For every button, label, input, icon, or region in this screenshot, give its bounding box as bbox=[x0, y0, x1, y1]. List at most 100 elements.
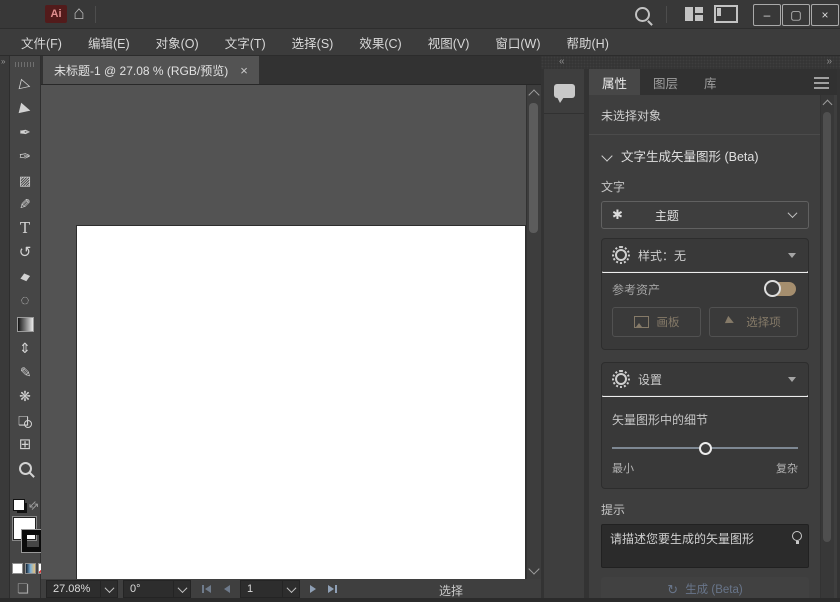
artboard-number-field[interactable]: 1 bbox=[240, 580, 300, 598]
scroll-down-icon[interactable] bbox=[528, 563, 540, 575]
document-tab[interactable]: 未标题-1 @ 27.08 % (RGB/预览) × bbox=[43, 56, 259, 84]
scroll-up-icon[interactable] bbox=[528, 89, 540, 101]
close-icon: × bbox=[821, 8, 829, 22]
next-artboard-button[interactable] bbox=[303, 580, 322, 598]
titlebar-divider bbox=[666, 6, 667, 23]
shape-builder-tool[interactable] bbox=[10, 408, 40, 432]
triangle-down-icon bbox=[788, 252, 796, 258]
type-tool[interactable] bbox=[10, 216, 40, 240]
artboard-reference-button[interactable]: 画板 bbox=[612, 307, 701, 337]
vertical-scrollbar[interactable] bbox=[526, 85, 541, 579]
settings-section: 设置 矢量图形中的细节 最小 复杂 bbox=[601, 362, 809, 489]
prompt-label: 提示 bbox=[601, 503, 626, 517]
rotation-dropdown-button[interactable] bbox=[173, 581, 190, 597]
artboard[interactable] bbox=[77, 226, 525, 579]
selection-tool[interactable] bbox=[10, 72, 40, 96]
triangle-left-icon bbox=[205, 585, 211, 593]
chevron-down-icon bbox=[104, 582, 114, 593]
triangle-right-icon bbox=[309, 585, 316, 593]
menu-item[interactable]: 文件(F) bbox=[8, 29, 75, 56]
lightbulb-icon[interactable] bbox=[792, 531, 802, 544]
menu-item[interactable]: 效果(C) bbox=[346, 29, 414, 56]
text-to-vector-section-header[interactable]: 文字生成矢量图形 (Beta) bbox=[601, 146, 809, 165]
menu-item[interactable]: 对象(O) bbox=[143, 29, 212, 56]
previous-artboard-button[interactable] bbox=[217, 580, 236, 598]
subject-icon: ✱ bbox=[612, 207, 623, 222]
zoom-dropdown-button[interactable] bbox=[100, 581, 117, 597]
zoom-tool[interactable] bbox=[10, 456, 40, 480]
app-logo-icon: Ai bbox=[45, 5, 67, 23]
arrange-documents-button[interactable] bbox=[714, 4, 738, 24]
width-tool[interactable] bbox=[10, 336, 40, 360]
tab-libraries[interactable]: 库 bbox=[691, 69, 730, 95]
home-icon[interactable]: ⌂ bbox=[66, 1, 92, 27]
search-icon bbox=[634, 6, 650, 22]
gradient-tool[interactable] bbox=[10, 312, 40, 336]
default-fill-stroke-icon[interactable] bbox=[13, 499, 25, 511]
settings-header-row[interactable]: 设置 bbox=[602, 363, 808, 395]
rotation-field[interactable]: 0° bbox=[123, 580, 191, 598]
pen-tool[interactable] bbox=[10, 120, 40, 144]
artboard-dropdown-button[interactable] bbox=[282, 581, 299, 597]
panel-tabs: 属性 图层库 bbox=[589, 69, 837, 95]
tab-properties[interactable]: 属性 bbox=[589, 69, 641, 95]
menu-item[interactable]: 选择(S) bbox=[279, 29, 347, 56]
left-dock-edge[interactable]: » bbox=[0, 56, 10, 602]
panel-menu-icon[interactable] bbox=[814, 77, 829, 89]
expand-panels-icon[interactable]: » bbox=[826, 56, 832, 67]
collapse-panels-icon[interactable]: « bbox=[559, 56, 565, 67]
menu-item[interactable]: 文字(T) bbox=[212, 29, 279, 56]
close-button[interactable]: × bbox=[811, 4, 839, 26]
lasso-tool[interactable] bbox=[10, 288, 40, 312]
last-artboard-button[interactable] bbox=[323, 580, 342, 598]
menu-item[interactable]: 帮助(H) bbox=[554, 29, 622, 56]
scrollbar-thumb[interactable] bbox=[529, 103, 538, 233]
menu-item[interactable]: 窗口(W) bbox=[482, 29, 553, 56]
gradient-swatch[interactable] bbox=[25, 563, 36, 574]
selection-reference-button[interactable]: 选择项 bbox=[709, 307, 798, 337]
eraser-tool[interactable] bbox=[10, 264, 40, 288]
paintbrush-tool[interactable] bbox=[10, 192, 40, 216]
tab-layers[interactable]: 图层 bbox=[640, 69, 691, 95]
menu-item[interactable]: 视图(V) bbox=[415, 29, 483, 56]
comments-panel-tab[interactable] bbox=[544, 69, 584, 114]
artboard-tool[interactable] bbox=[10, 432, 40, 456]
maximize-button[interactable]: ▢ bbox=[782, 4, 810, 26]
symbol-sprayer-tool[interactable] bbox=[10, 384, 40, 408]
reference-asset-label: 参考资产 bbox=[612, 282, 661, 297]
menu-item[interactable]: 编辑(E) bbox=[75, 29, 143, 56]
expand-panel-icon: » bbox=[1, 57, 6, 66]
color-swatch[interactable] bbox=[12, 563, 23, 574]
swap-fill-stroke-icon[interactable]: ⇆ bbox=[26, 498, 41, 513]
zoom-level-field[interactable]: 27.08% bbox=[46, 580, 118, 598]
curvature-tool[interactable] bbox=[10, 144, 40, 168]
artboard-number-value: 1 bbox=[247, 583, 254, 595]
minimize-button[interactable]: – bbox=[753, 4, 781, 26]
canvas-viewport[interactable] bbox=[41, 85, 541, 579]
properties-panel: 属性 图层库 未选择对象 文字生成矢量图形 (Beta) 文字 ✱ 主题 样式：… bbox=[589, 69, 837, 602]
prompt-input[interactable] bbox=[601, 524, 809, 568]
subject-dropdown[interactable]: ✱ 主题 bbox=[601, 201, 809, 229]
direct-selection-tool[interactable] bbox=[10, 96, 40, 120]
workspace-icon bbox=[685, 7, 703, 21]
rectangle-tool[interactable] bbox=[10, 168, 40, 192]
reference-asset-toggle[interactable] bbox=[764, 280, 796, 297]
direct-selection-tool-icon bbox=[20, 101, 31, 115]
detail-slider[interactable] bbox=[612, 442, 798, 455]
gradient-tool-icon bbox=[16, 316, 34, 332]
scroll-up-icon[interactable] bbox=[822, 99, 833, 110]
panel-scrollbar[interactable] bbox=[820, 95, 834, 602]
first-artboard-button[interactable] bbox=[197, 580, 216, 598]
tab-close-icon[interactable]: × bbox=[240, 63, 248, 78]
toolbar-grip[interactable] bbox=[10, 56, 40, 72]
scrollbar-thumb[interactable] bbox=[823, 112, 831, 542]
fill-stroke-controls: ⇆ ❏ bbox=[10, 497, 49, 602]
drawing-mode-icon[interactable]: ❏ bbox=[17, 581, 29, 597]
search-button[interactable] bbox=[630, 4, 654, 24]
workspace-switcher-button[interactable] bbox=[682, 4, 706, 24]
rotate-tool[interactable] bbox=[10, 240, 40, 264]
eyedropper-tool[interactable] bbox=[10, 360, 40, 384]
zoom-level-value: 27.08% bbox=[53, 583, 91, 595]
style-header-row[interactable]: 样式：无 bbox=[602, 239, 808, 271]
slider-knob[interactable] bbox=[699, 442, 712, 455]
